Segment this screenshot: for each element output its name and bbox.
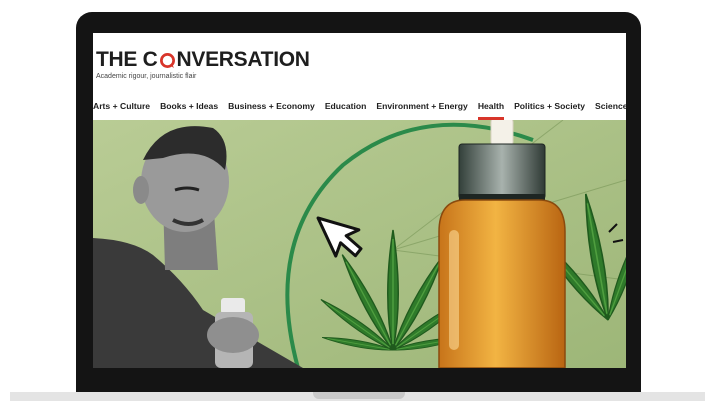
laptop-screen: THE C NVERSATION Academic rigour, journa…	[93, 33, 626, 368]
nav-item-politics-society[interactable]: Politics + Society	[509, 94, 590, 120]
nav-item-environment-energy[interactable]: Environment + Energy	[371, 94, 472, 120]
nav-item-books-ideas[interactable]: Books + Ideas	[155, 94, 223, 120]
logo-text-start: THE C	[96, 48, 158, 71]
nav-item-education[interactable]: Education	[320, 94, 372, 120]
site-tagline: Academic rigour, journalistic flair	[96, 73, 197, 80]
main-nav: Arts + Culture Books + Ideas Business + …	[93, 94, 626, 120]
nav-item-business-economy[interactable]: Business + Economy	[223, 94, 320, 120]
hero-image[interactable]	[93, 120, 626, 368]
laptop-notch	[313, 392, 405, 399]
nav-item-arts-culture[interactable]: Arts + Culture	[93, 94, 155, 120]
logo-text-end: NVERSATION	[176, 48, 310, 71]
site-logo[interactable]: THE C NVERSATION	[96, 47, 310, 73]
nav-item-science[interactable]: Science	[590, 94, 626, 120]
nav-item-health[interactable]: Health	[473, 94, 509, 120]
hero-illustration	[93, 120, 626, 368]
speech-bubble-icon	[159, 53, 175, 69]
